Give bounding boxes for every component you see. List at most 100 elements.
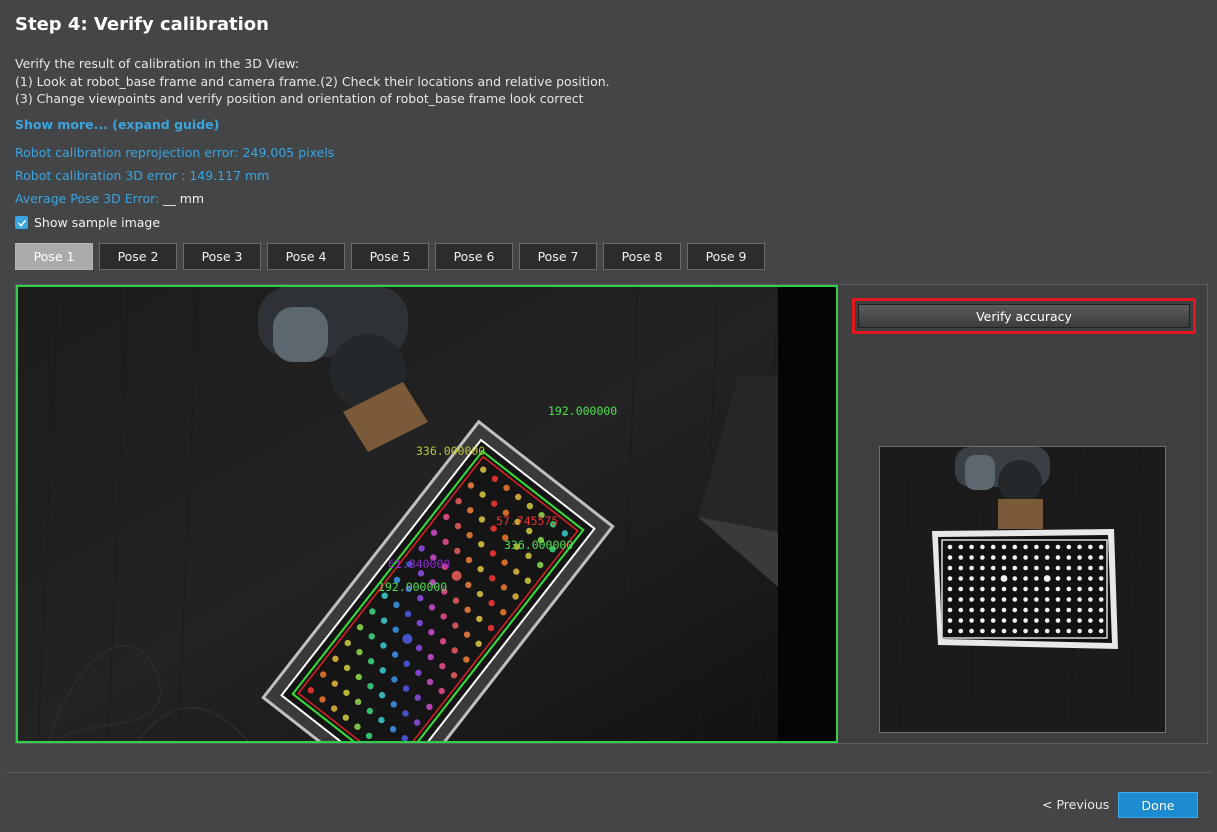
tab-pose-1[interactable]: Pose 1 bbox=[15, 243, 93, 270]
sample-dot bbox=[1012, 576, 1018, 581]
sample-dot bbox=[1012, 607, 1018, 613]
sample-dot bbox=[1066, 597, 1072, 602]
sample-dot bbox=[1044, 544, 1050, 550]
sample-dot bbox=[1023, 607, 1028, 613]
sample-dot bbox=[1012, 586, 1018, 592]
calibration-3d-error: Robot calibration 3D error : 149.117 mm bbox=[15, 168, 270, 183]
sample-dot bbox=[969, 555, 974, 560]
average-pose-error-value: __ mm bbox=[163, 191, 205, 206]
tab-pose-2[interactable]: Pose 2 bbox=[99, 243, 177, 270]
sample-dot bbox=[1055, 597, 1061, 602]
annotation-red-middle: 57.745575 bbox=[496, 514, 558, 528]
sample-dot bbox=[1001, 555, 1007, 560]
sample-dot bbox=[969, 618, 974, 623]
sample-dot bbox=[1043, 575, 1051, 582]
sample-dot bbox=[1088, 618, 1093, 623]
sample-dot bbox=[1055, 618, 1061, 623]
sample-dot bbox=[1044, 618, 1050, 623]
sample-dot bbox=[947, 607, 953, 613]
tab-pose-5[interactable]: Pose 5 bbox=[351, 243, 429, 270]
tab-pose-4[interactable]: Pose 4 bbox=[267, 243, 345, 270]
sample-dot bbox=[1066, 628, 1072, 634]
tab-pose-9[interactable]: Pose 9 bbox=[687, 243, 765, 270]
sample-dot bbox=[1077, 586, 1082, 592]
sample-dot bbox=[969, 544, 974, 550]
sample-dot bbox=[1098, 576, 1104, 581]
sample-dot bbox=[980, 607, 985, 613]
sample-dot bbox=[990, 618, 996, 623]
sample-dot bbox=[1012, 544, 1018, 550]
sample-dot bbox=[1034, 555, 1039, 560]
sample-dot bbox=[1001, 607, 1007, 613]
sample-dot bbox=[1055, 576, 1061, 581]
sample-dot bbox=[1023, 555, 1028, 560]
image-edge bbox=[778, 287, 836, 741]
tab-pose-3[interactable]: Pose 3 bbox=[183, 243, 261, 270]
sample-dot bbox=[1055, 607, 1061, 613]
pose-tabs: Pose 1 Pose 2 Pose 3 Pose 4 Pose 5 Pose … bbox=[15, 243, 765, 270]
done-button[interactable]: Done bbox=[1118, 792, 1198, 818]
sample-dot bbox=[1023, 628, 1028, 634]
sample-dot bbox=[958, 607, 964, 613]
sample-dot bbox=[1055, 586, 1061, 592]
sample-dot bbox=[969, 586, 974, 592]
sample-dot bbox=[1055, 628, 1061, 634]
sample-dot bbox=[1077, 597, 1082, 602]
sample-dot bbox=[1088, 576, 1093, 581]
sample-dot bbox=[1055, 565, 1061, 571]
sample-dot bbox=[1077, 607, 1082, 613]
sample-dot bbox=[958, 586, 964, 592]
sample-dot bbox=[1001, 618, 1007, 623]
sample-dot bbox=[969, 597, 974, 602]
sample-dot bbox=[1098, 597, 1104, 602]
instruction-line-2: (1) Look at robot_base frame and camera … bbox=[15, 73, 610, 89]
show-sample-image-checkbox[interactable] bbox=[15, 216, 28, 229]
annotation-192-bottom: 192.000000 bbox=[378, 580, 447, 594]
sample-dot bbox=[1088, 628, 1093, 634]
checkmark-icon bbox=[17, 219, 26, 227]
sample-dot bbox=[980, 544, 985, 550]
sample-dot bbox=[1098, 565, 1104, 571]
sample-dot bbox=[1077, 576, 1082, 581]
camera-view[interactable]: 192.000000 336.000000 57.745575 336.0000… bbox=[16, 285, 838, 743]
sample-dot bbox=[1044, 586, 1050, 592]
sample-dot bbox=[980, 555, 985, 560]
sample-dot bbox=[1001, 544, 1007, 550]
sample-dot bbox=[947, 555, 953, 560]
sample-dot bbox=[1088, 586, 1093, 592]
sample-dot bbox=[980, 618, 985, 623]
sample-dot bbox=[1055, 555, 1061, 560]
previous-button[interactable]: < Previous bbox=[1042, 797, 1109, 812]
sample-dot bbox=[958, 576, 964, 581]
tab-pose-7[interactable]: Pose 7 bbox=[519, 243, 597, 270]
sample-dot bbox=[1034, 586, 1039, 592]
annotation-336-upper: 336.000000 bbox=[416, 444, 485, 458]
sample-dot bbox=[947, 565, 953, 571]
sample-dot bbox=[969, 576, 974, 581]
annotation-192-top: 192.000000 bbox=[548, 404, 617, 418]
reprojection-error: Robot calibration reprojection error: 24… bbox=[15, 145, 335, 160]
sample-dot bbox=[980, 565, 985, 571]
sample-dot bbox=[1023, 597, 1028, 602]
instructions: Verify the result of calibration in the … bbox=[15, 55, 610, 108]
sample-dot bbox=[958, 628, 964, 634]
sample-dot bbox=[1088, 607, 1093, 613]
sample-dot bbox=[958, 618, 964, 623]
sample-dot bbox=[969, 607, 974, 613]
sample-dot bbox=[958, 544, 964, 550]
sample-dot bbox=[990, 565, 996, 571]
show-sample-image-option[interactable]: Show sample image bbox=[15, 215, 160, 230]
sample-dot bbox=[1023, 576, 1028, 581]
verify-accuracy-button[interactable]: Verify accuracy bbox=[858, 304, 1190, 328]
sample-dot bbox=[990, 555, 996, 560]
show-more-link[interactable]: Show more... (expand guide) bbox=[15, 117, 219, 132]
sample-dot bbox=[947, 597, 953, 602]
sample-dot bbox=[1023, 565, 1028, 571]
footer-divider bbox=[6, 772, 1211, 773]
sample-dot bbox=[1001, 586, 1007, 592]
tab-pose-8[interactable]: Pose 8 bbox=[603, 243, 681, 270]
tab-pose-6[interactable]: Pose 6 bbox=[435, 243, 513, 270]
sample-dot bbox=[1034, 618, 1039, 623]
sample-dot bbox=[1012, 565, 1018, 571]
sample-dot bbox=[947, 576, 953, 581]
